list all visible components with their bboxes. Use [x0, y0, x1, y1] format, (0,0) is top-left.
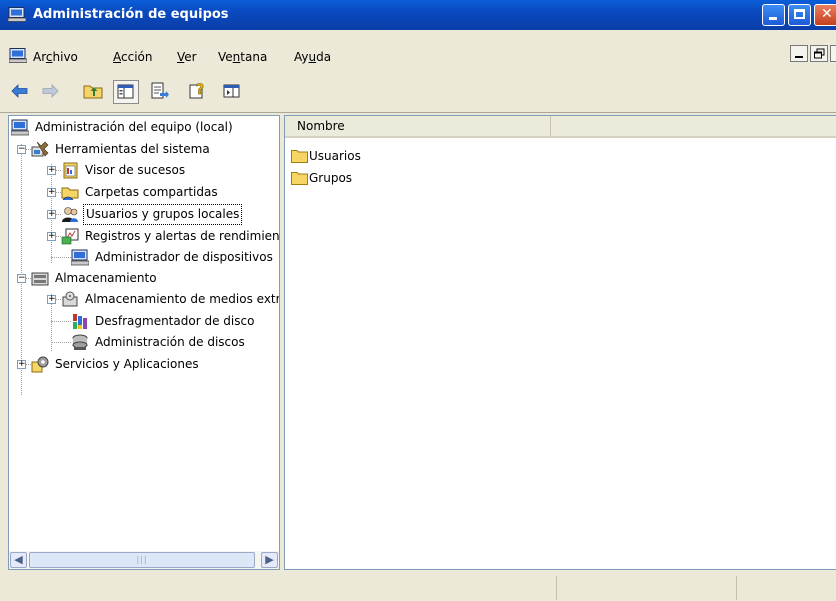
tree-horizontal-scrollbar[interactable]: ◀ ||| ▶: [9, 551, 279, 569]
expand-toggle[interactable]: +: [47, 210, 56, 219]
collapse-toggle[interactable]: −: [17, 145, 26, 154]
mdi-minimize-button[interactable]: [790, 45, 808, 62]
tree-label: Almacenamiento: [55, 271, 157, 285]
menu-bar: Archivo Acción Ver Ventana Ayuda: [0, 44, 836, 72]
scroll-right-button[interactable]: ▶: [261, 552, 278, 568]
forward-arrow-icon: [42, 84, 59, 98]
tree-item-disk-management[interactable]: Administración de discos: [71, 332, 279, 353]
toolbar: ?: [0, 78, 836, 110]
tree-item-device-manager[interactable]: Administrador de dispositivos: [71, 247, 279, 268]
tree-item-root[interactable]: Administración del equipo (local): [11, 117, 279, 138]
restore-icon: [814, 48, 825, 59]
column-name-header[interactable]: Nombre: [285, 116, 551, 136]
status-panel: [736, 576, 836, 600]
performance-logs-icon: [61, 228, 79, 245]
tree-label: Registros y alertas de rendimiento: [85, 229, 280, 243]
back-arrow-icon: [11, 84, 28, 98]
tree-label: Usuarios y grupos locales: [83, 204, 243, 225]
expand-toggle[interactable]: +: [17, 360, 26, 369]
tree-item-removable-storage[interactable]: Almacenamiento de medios extraíbles: [61, 289, 279, 310]
close-button[interactable]: [814, 4, 836, 26]
tree-label: Visor de sucesos: [85, 163, 186, 177]
menu-ayuda[interactable]: Ayuda: [294, 50, 331, 64]
folder-icon: [291, 172, 308, 185]
users-groups-icon: [62, 207, 78, 222]
event-viewer-icon: [63, 162, 78, 179]
menu-ver[interactable]: Ver: [177, 50, 197, 64]
mdi-close-button[interactable]: [830, 45, 836, 62]
window-title: Administración de equipos: [33, 7, 229, 22]
storage-icon: [31, 272, 49, 286]
scroll-left-button[interactable]: ◀: [10, 552, 27, 568]
defragmenter-icon: [73, 314, 87, 329]
disk-management-icon: [72, 334, 88, 350]
list-item-label: Grupos: [309, 171, 353, 185]
tree-line: [51, 321, 71, 322]
tools-icon: [31, 141, 49, 157]
tree-label: Almacenamiento de medios extraíbles: [85, 292, 279, 306]
expand-toggle[interactable]: +: [47, 295, 56, 304]
help-icon: ?: [189, 82, 204, 99]
show-hide-tree-button[interactable]: [113, 80, 139, 104]
tree-label: Administrador de dispositivos: [95, 250, 273, 264]
expand-toggle[interactable]: +: [47, 188, 56, 197]
list-item-label: Usuarios: [309, 149, 361, 163]
tree-label: Carpetas compartidas: [85, 185, 218, 199]
removable-storage-icon: [62, 291, 78, 307]
up-folder-icon: [83, 85, 103, 99]
shared-folder-icon: [61, 187, 79, 201]
action-pane-icon: [223, 84, 240, 98]
menu-ventana[interactable]: Ventana: [218, 50, 267, 64]
column-header: Nombre: [285, 116, 836, 138]
tree-item-event-viewer[interactable]: Visor de sucesos: [61, 160, 279, 181]
folder-icon: [291, 150, 308, 163]
services-icon: [31, 356, 49, 373]
tree-item-local-users[interactable]: Usuarios y grupos locales: [61, 204, 279, 225]
computer-management-icon[interactable]: [8, 7, 26, 22]
tree-pane[interactable]: Administración del equipo (local) − Herr…: [8, 115, 280, 570]
up-level-button[interactable]: [81, 80, 107, 104]
status-bar: [0, 576, 836, 601]
maximize-button[interactable]: [788, 4, 811, 26]
forward-button[interactable]: [38, 80, 64, 104]
expand-toggle[interactable]: +: [47, 166, 56, 175]
scroll-thumb[interactable]: |||: [29, 552, 255, 568]
menu-archivo[interactable]: Archivo: [33, 50, 78, 64]
tree-item-services-apps[interactable]: Servicios y Aplicaciones: [31, 354, 279, 375]
export-list-icon: [151, 82, 169, 99]
computer-icon: [11, 119, 29, 136]
help-button[interactable]: ?: [186, 80, 212, 104]
tree-line: [51, 257, 71, 258]
details-pane[interactable]: Nombre Usuarios Grupos: [284, 115, 836, 570]
tree-label: Administración del equipo (local): [35, 120, 233, 134]
tree-line: [21, 144, 22, 395]
toolbar-separator: [0, 112, 836, 113]
svg-text:?: ?: [196, 82, 204, 98]
tree-line: [51, 342, 71, 343]
status-panel: [556, 576, 736, 600]
tree-item-shared-folders[interactable]: Carpetas compartidas: [61, 182, 279, 203]
action-pane-button[interactable]: [220, 80, 246, 104]
tree-label: Servicios y Aplicaciones: [55, 357, 199, 371]
device-manager-icon: [71, 249, 89, 266]
mdi-document-icon[interactable]: [9, 48, 27, 63]
tree-item-system-tools[interactable]: Herramientas del sistema: [31, 139, 279, 160]
tree-item-defrag[interactable]: Desfragmentador de disco: [71, 311, 279, 332]
minimize-button[interactable]: [762, 4, 785, 26]
tree-label: Herramientas del sistema: [55, 142, 210, 156]
tree-item-perf-logs[interactable]: Registros y alertas de rendimiento: [61, 226, 280, 247]
title-bar: Administración de equipos: [0, 0, 836, 30]
tree-label: Desfragmentador de disco: [95, 314, 255, 328]
expand-toggle[interactable]: +: [47, 232, 56, 241]
back-button[interactable]: [8, 80, 34, 104]
export-list-button[interactable]: [147, 80, 173, 104]
show-hide-tree-icon: [117, 84, 134, 99]
mdi-restore-button[interactable]: [810, 45, 828, 62]
menu-accion[interactable]: Acción: [113, 50, 152, 64]
collapse-toggle[interactable]: −: [17, 274, 26, 283]
tree-item-storage[interactable]: Almacenamiento: [31, 268, 279, 289]
minimize-icon: [795, 56, 803, 58]
tree-label: Administración de discos: [95, 335, 245, 349]
